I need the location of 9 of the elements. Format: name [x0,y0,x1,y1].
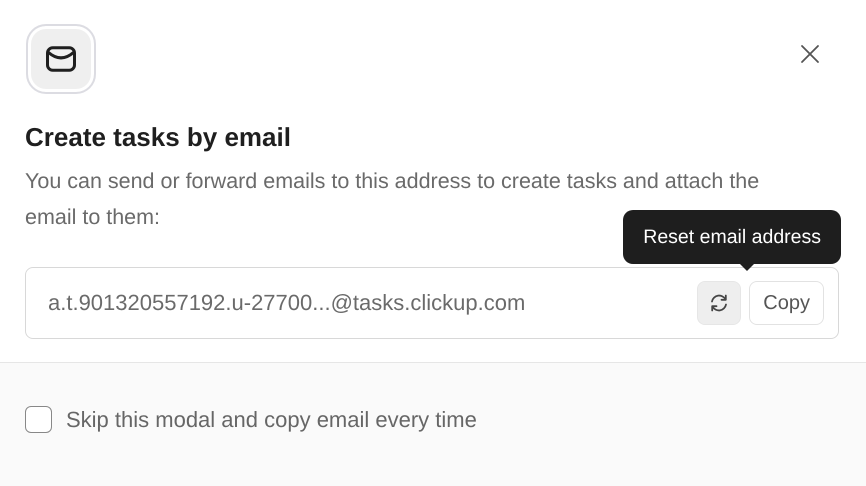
dialog-title: Create tasks by email [25,122,292,153]
copy-button[interactable]: Copy [749,281,824,325]
close-icon [800,44,820,64]
email-address: a.t.901320557192.u-27700...@tasks.clickup.com [48,290,526,316]
email-field[interactable]: a.t.901320557192.u-27700...@tasks.clickup.com Copy [25,267,839,339]
tooltip-arrow [739,263,756,271]
reset-button[interactable] [697,281,742,325]
checkbox-label: Skip this modal and copy email every time [66,406,477,432]
checkbox[interactable] [25,406,52,433]
